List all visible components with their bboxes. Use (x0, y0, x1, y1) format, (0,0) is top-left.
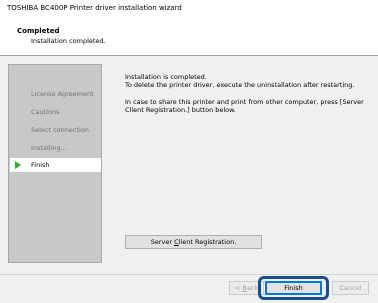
wizard-header: Completed Installation completed. (0, 18, 378, 54)
sidebar-item-cautions: Cautions (10, 105, 101, 119)
finish-highlight-outline (258, 276, 329, 300)
sidebar-item-label: License Agreement (31, 90, 94, 98)
server-client-registration-button[interactable]: Server Client Registration. (125, 235, 262, 249)
uninstall-note: To delete the printer driver, execute th… (125, 81, 355, 89)
sidebar-item-installing: Installing... (10, 141, 101, 155)
completed-message: Installation is completed. (125, 73, 207, 81)
steps-sidebar: License Agreement Cautions Select connec… (8, 64, 102, 263)
share-note: In case to share this printer and print … (125, 98, 364, 114)
current-step-arrow-icon (15, 161, 21, 169)
cancel-button[interactable]: Cancel (332, 281, 369, 295)
sidebar-item-license-agreement: License Agreement (10, 87, 101, 101)
sidebar-item-label: Cautions (31, 108, 60, 116)
sidebar-item-label: Select connection (31, 126, 89, 134)
header-title: Completed (17, 27, 60, 35)
sidebar-item-label: Finish (31, 161, 50, 169)
sidebar-item-finish: Finish (10, 158, 101, 172)
sidebar-item-select-connection: Select connection (10, 123, 101, 137)
header-subtitle: Installation completed. (31, 37, 106, 45)
content-area: Installation is completed. To delete the… (114, 64, 372, 263)
title-bar: TOSHIBA BC400P Printer driver installati… (0, 0, 378, 18)
window-title: TOSHIBA BC400P Printer driver installati… (7, 4, 182, 12)
sidebar-item-label: Installing... (31, 144, 67, 152)
